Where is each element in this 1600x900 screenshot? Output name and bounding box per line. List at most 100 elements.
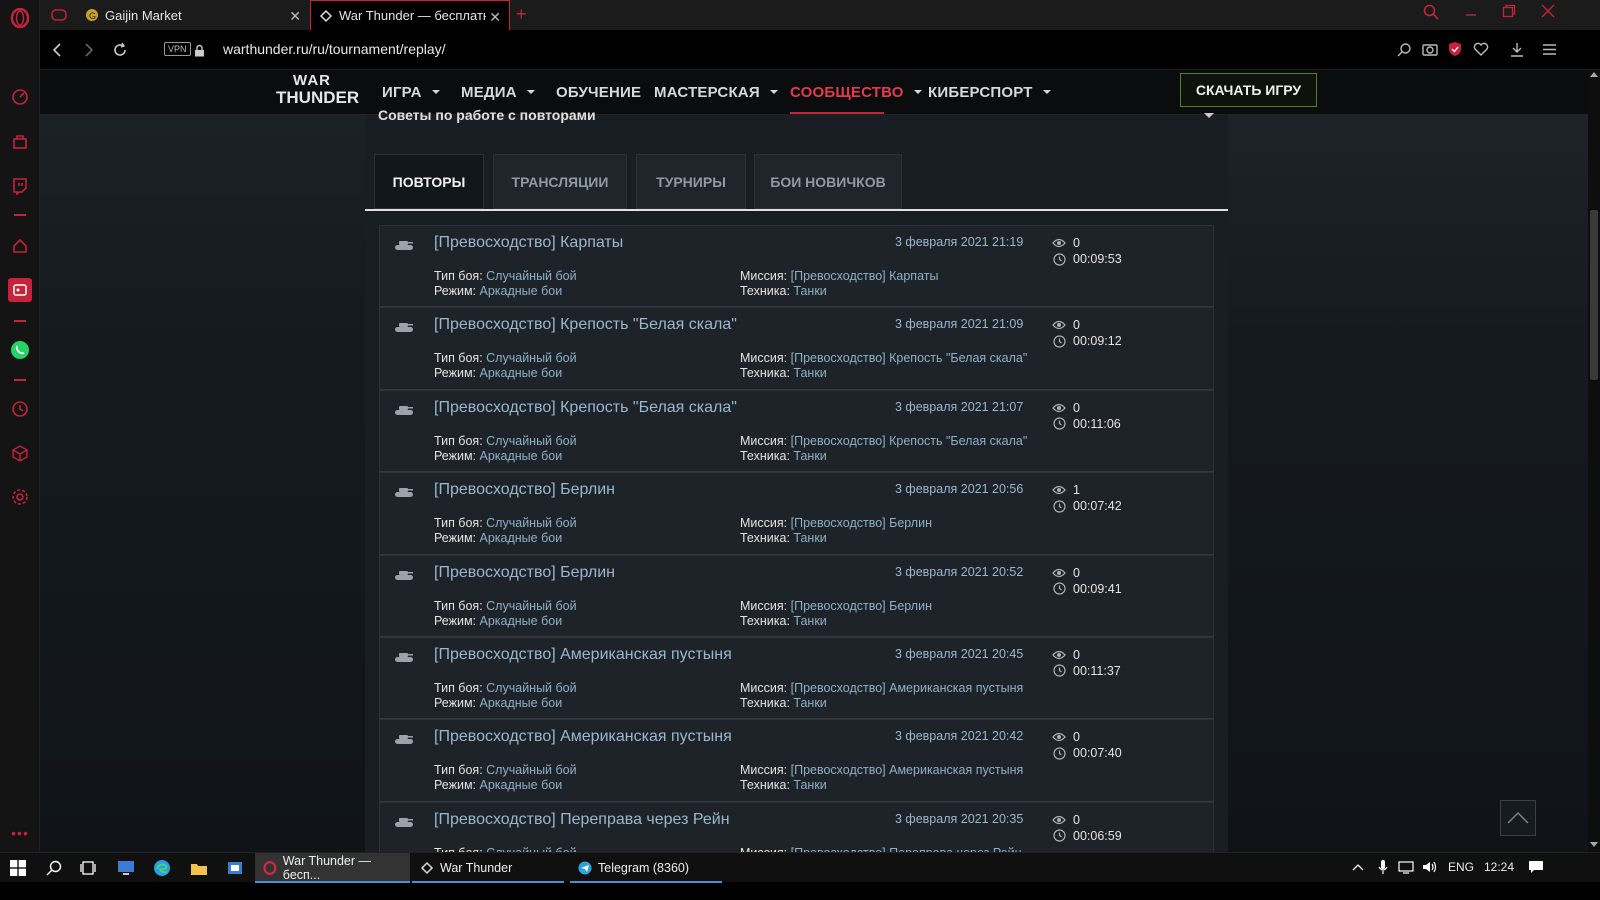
- scroll-up-arrow-icon[interactable]: [1590, 72, 1598, 77]
- edge-icon[interactable]: [152, 858, 172, 878]
- mode-value[interactable]: Аркадные бои: [480, 284, 563, 298]
- home-icon[interactable]: [9, 235, 31, 257]
- notifications-icon[interactable]: [1528, 859, 1544, 878]
- replay-title-link[interactable]: [Превосходство] Берлин: [434, 564, 615, 582]
- mode-value[interactable]: Аркадные бои: [480, 614, 563, 628]
- mission-value[interactable]: [Превосходство] Крепость "Белая скала": [791, 434, 1028, 448]
- mode-value[interactable]: Аркадные бои: [480, 366, 563, 380]
- close-window-icon[interactable]: [1541, 4, 1555, 23]
- vpn-badge[interactable]: VPN: [164, 42, 191, 56]
- forward-icon[interactable]: [78, 39, 100, 61]
- restore-icon[interactable]: [1502, 4, 1516, 23]
- replay-item[interactable]: [Превосходство] Крепость "Белая скала" 3 …: [379, 307, 1214, 390]
- mission-value[interactable]: [Превосходство] Берлин: [791, 516, 932, 530]
- mission-value[interactable]: [Превосходство] Берлин: [791, 599, 932, 613]
- battle-type-value[interactable]: Случайный бой: [486, 434, 576, 448]
- tab-gaijin-market[interactable]: G Gaijin Market ✕: [77, 0, 309, 30]
- war-thunder-logo[interactable]: WAR THUNDER: [276, 72, 359, 112]
- volume-icon[interactable]: [1422, 860, 1438, 877]
- close-tab-icon[interactable]: ✕: [289, 8, 301, 25]
- menu-community[interactable]: СООБЩЕСТВО: [790, 80, 922, 104]
- vehicles-value[interactable]: Танки: [793, 531, 826, 545]
- more-icon[interactable]: •••: [9, 822, 31, 844]
- vehicles-value[interactable]: Танки: [793, 284, 826, 298]
- menu-game[interactable]: ИГРА: [382, 80, 440, 104]
- menu-learning[interactable]: ОБУЧЕНИЕ: [556, 80, 641, 104]
- vehicles-value[interactable]: Танки: [793, 778, 826, 792]
- chevron-down-icon[interactable]: [1204, 113, 1214, 118]
- microphone-icon[interactable]: [1378, 859, 1388, 878]
- gx-corner-icon[interactable]: [8, 278, 32, 302]
- back-icon[interactable]: [46, 39, 68, 61]
- store-app-icon[interactable]: [225, 858, 245, 878]
- battle-type-value[interactable]: Случайный бой: [486, 763, 576, 777]
- heart-icon[interactable]: [1472, 40, 1490, 58]
- cube-icon[interactable]: [9, 442, 31, 464]
- replay-item[interactable]: [Превосходство] Крепость "Белая скала" 3 …: [379, 389, 1214, 473]
- tab-war-thunder[interactable]: War Thunder — бесплатна ✕: [310, 0, 510, 30]
- battle-type-value[interactable]: Случайный бой: [486, 269, 576, 283]
- clock[interactable]: 12:24: [1484, 860, 1514, 874]
- reload-icon[interactable]: [109, 39, 131, 61]
- replay-title-link[interactable]: [Превосходство] Переправа через Рейн: [434, 811, 730, 829]
- mode-value[interactable]: Аркадные бои: [480, 778, 563, 792]
- vehicles-value[interactable]: Танки: [793, 696, 826, 710]
- mode-value[interactable]: Аркадные бои: [480, 696, 563, 710]
- replay-title-link[interactable]: [Превосходство] Американская пустыня: [434, 646, 732, 664]
- replay-item[interactable]: [Превосходство] Американская пустыня 3 фе…: [379, 719, 1214, 802]
- replay-title-link[interactable]: [Превосходство] Американская пустыня: [434, 728, 732, 746]
- scroll-down-arrow-icon[interactable]: [1590, 842, 1598, 847]
- search-tabs-icon[interactable]: [1423, 4, 1439, 25]
- replay-item[interactable]: [Превосходство] Берлин 3 февраля 2021 20:…: [379, 472, 1214, 555]
- menu-media[interactable]: МЕДИА: [461, 80, 535, 104]
- tab-replays[interactable]: ПОВТОРЫ: [374, 154, 484, 209]
- tab-broadcasts[interactable]: ТРАНСЛЯЦИИ: [493, 154, 627, 209]
- scroll-to-top-button[interactable]: [1500, 800, 1536, 836]
- mission-value[interactable]: [Превосходство] Крепость "Белая скала": [791, 351, 1028, 365]
- replay-item[interactable]: [Превосходство] Американская пустыня 3 фе…: [379, 636, 1214, 720]
- taskbar-telegram[interactable]: Telegram (8360): [570, 853, 722, 883]
- vehicles-value[interactable]: Танки: [793, 449, 826, 463]
- settings-gear-icon[interactable]: [9, 486, 31, 508]
- replay-title-link[interactable]: [Превосходство] Крепость "Белая скала": [434, 399, 737, 417]
- search-icon[interactable]: [44, 858, 64, 878]
- replay-title-link[interactable]: [Превосходство] Берлин: [434, 481, 615, 499]
- page-scrollbar[interactable]: [1588, 70, 1600, 870]
- vehicles-value[interactable]: Танки: [793, 614, 826, 628]
- new-tab-plus-icon[interactable]: +: [516, 4, 527, 25]
- speed-dial-icon[interactable]: [9, 86, 31, 108]
- easy-setup-menu-icon[interactable]: [1540, 40, 1558, 58]
- windows-start-icon[interactable]: [8, 858, 28, 878]
- mission-value[interactable]: [Превосходство] Американская пустыня: [791, 763, 1024, 777]
- taskbar-opera-war-thunder[interactable]: War Thunder — бесп...: [255, 853, 410, 883]
- opera-logo-icon[interactable]: [9, 7, 31, 29]
- gamepad-icon[interactable]: [48, 4, 70, 26]
- replay-tips-toggle[interactable]: Советы по работе с повторами: [378, 107, 596, 123]
- battle-type-value[interactable]: Случайный бой: [486, 516, 576, 530]
- battle-type-value[interactable]: Случайный бой: [486, 681, 576, 695]
- download-game-button[interactable]: СКАЧАТЬ ИГРУ: [1180, 73, 1317, 107]
- replay-title-link[interactable]: [Превосходство] Крепость "Белая скала": [434, 316, 737, 334]
- extensions-icon[interactable]: [9, 131, 31, 153]
- history-icon[interactable]: [9, 398, 31, 420]
- close-tab-icon[interactable]: ✕: [486, 9, 501, 26]
- language-indicator[interactable]: ENG: [1448, 860, 1474, 874]
- battle-type-value[interactable]: Случайный бой: [486, 599, 576, 613]
- twitch-icon[interactable]: [9, 175, 31, 197]
- menu-workshop[interactable]: МАСТЕРСКАЯ: [654, 80, 778, 104]
- download-icon[interactable]: [1508, 40, 1526, 58]
- mission-value[interactable]: [Превосходство] Американская пустыня: [791, 681, 1024, 695]
- scrollbar-thumb[interactable]: [1590, 210, 1598, 380]
- mode-value[interactable]: Аркадные бои: [480, 449, 563, 463]
- search-page-icon[interactable]: [1395, 40, 1413, 58]
- replay-item[interactable]: [Превосходство] Карпаты 3 февраля 2021 21…: [379, 225, 1214, 308]
- chevron-up-icon[interactable]: [1352, 860, 1364, 874]
- vehicles-value[interactable]: Танки: [793, 366, 826, 380]
- taskbar-war-thunder-game[interactable]: War Thunder: [412, 853, 564, 883]
- minimize-icon[interactable]: [1464, 4, 1478, 23]
- adblock-shield-icon[interactable]: [1446, 40, 1464, 58]
- whatsapp-icon[interactable]: [9, 339, 31, 361]
- url-field[interactable]: warthunder.ru/ru/tournament/replay/: [223, 41, 446, 57]
- network-icon[interactable]: [1398, 860, 1414, 877]
- tab-newbie-battles[interactable]: БОИ НОВИЧКОВ: [754, 154, 902, 209]
